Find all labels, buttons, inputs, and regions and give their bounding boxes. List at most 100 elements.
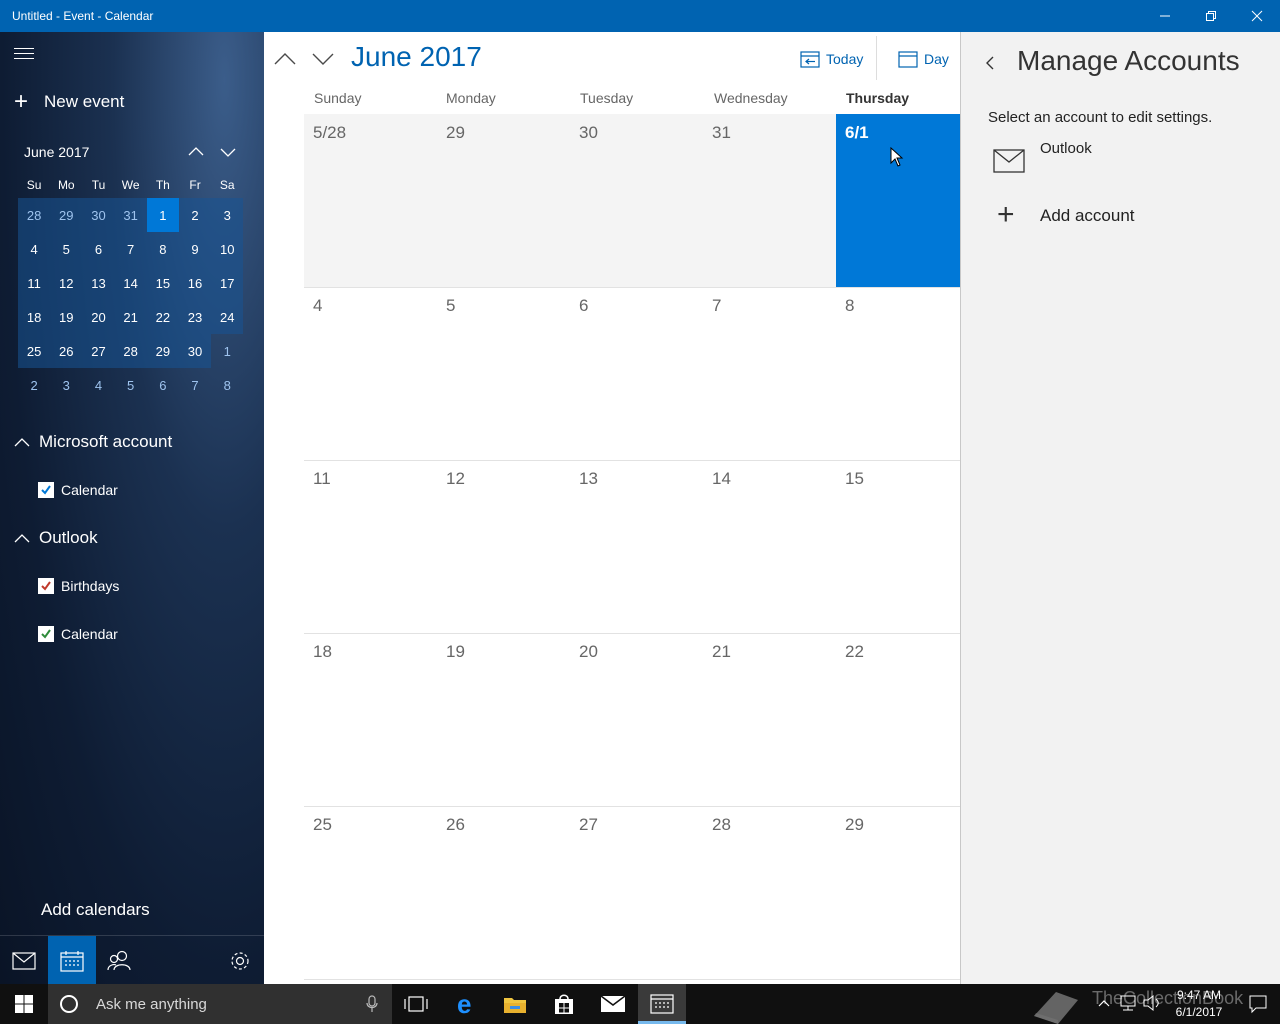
people-app-button[interactable] (96, 936, 144, 984)
action-center-icon[interactable] (1248, 994, 1268, 1014)
calendar-app-button[interactable] (48, 936, 96, 984)
mini-calendar-day[interactable]: 7 (114, 232, 147, 266)
day-cell[interactable]: 8 (836, 287, 960, 460)
task-view-button[interactable] (392, 984, 440, 1024)
new-event-button[interactable]: + New event (14, 90, 124, 114)
day-cell[interactable]: 25 (304, 806, 437, 979)
mini-calendar-day[interactable]: 30 (178, 334, 212, 368)
mini-calendar-day[interactable]: 15 (146, 266, 179, 300)
close-button[interactable] (1234, 0, 1280, 32)
day-cell[interactable]: 14 (703, 460, 836, 633)
add-account-button[interactable]: + Add account (991, 200, 1251, 232)
back-button[interactable] (983, 54, 997, 72)
edge-browser-button[interactable]: e (443, 984, 491, 1024)
mini-calendar-day[interactable]: 25 (18, 334, 51, 368)
day-cell[interactable]: 13 (570, 460, 703, 633)
mini-calendar-day[interactable]: 5 (115, 368, 147, 402)
mini-calendar-day[interactable]: 10 (211, 232, 244, 266)
day-cell[interactable]: 5 (437, 287, 570, 460)
day-cell[interactable]: 12 (437, 460, 570, 633)
checkbox[interactable] (38, 626, 54, 642)
day-cell[interactable]: 29 (437, 114, 570, 287)
mini-calendar-day[interactable]: 2 (18, 368, 50, 402)
calendar-toggle-birthdays[interactable]: Birthdays (38, 578, 119, 594)
mini-calendar-prev-button[interactable] (184, 142, 208, 162)
day-cell[interactable]: 6 (570, 287, 703, 460)
mini-calendar-day[interactable]: 27 (82, 334, 115, 368)
mini-calendar-day[interactable]: 18 (18, 300, 51, 334)
day-cell[interactable]: 31 (703, 114, 836, 287)
day-cell-today[interactable]: 6/1 (836, 114, 960, 287)
mini-calendar-day[interactable]: 4 (18, 232, 51, 266)
mini-calendar-day[interactable]: 11 (18, 266, 51, 300)
cortana-search-box[interactable]: Ask me anything (48, 984, 392, 1024)
day-cell[interactable]: 20 (570, 633, 703, 806)
mini-calendar-next-button[interactable] (216, 142, 240, 162)
calendar-taskbar-button[interactable] (638, 984, 686, 1024)
mini-calendar-day[interactable]: 6 (82, 232, 115, 266)
account-group-outlook[interactable]: Outlook (14, 528, 98, 548)
volume-icon[interactable] (1142, 994, 1162, 1012)
settings-button[interactable] (216, 936, 264, 984)
chevron-up-icon[interactable] (1098, 998, 1110, 1008)
mini-calendar-day[interactable]: 22 (146, 300, 179, 334)
mini-calendar-day[interactable]: 3 (211, 198, 244, 232)
network-icon[interactable] (1118, 994, 1138, 1012)
mini-calendar-day[interactable]: 7 (179, 368, 211, 402)
mail-app-button[interactable] (0, 936, 48, 984)
mini-calendar-day[interactable]: 3 (50, 368, 82, 402)
mini-calendar-day[interactable]: 12 (50, 266, 83, 300)
mini-calendar-day[interactable]: 9 (178, 232, 212, 266)
store-button[interactable] (540, 984, 588, 1024)
mini-calendar-day[interactable]: 28 (18, 198, 51, 232)
account-group-microsoft[interactable]: Microsoft account (14, 432, 172, 452)
mini-calendar-day[interactable]: 30 (82, 198, 115, 232)
mail-taskbar-button[interactable] (589, 984, 637, 1024)
day-cell[interactable]: 4 (304, 287, 437, 460)
mini-calendar-day[interactable]: 21 (114, 300, 147, 334)
mini-calendar-day[interactable]: 8 (211, 368, 243, 402)
start-button[interactable] (0, 984, 48, 1024)
mini-calendar-day[interactable]: 29 (50, 198, 83, 232)
mini-calendar-day[interactable]: 4 (82, 368, 114, 402)
account-item-outlook[interactable]: Outlook (991, 140, 1251, 180)
day-cell[interactable]: 11 (304, 460, 437, 633)
view-switcher-button[interactable]: Day (898, 50, 949, 68)
mini-calendar-day[interactable]: 31 (114, 198, 147, 232)
restore-button[interactable] (1188, 0, 1234, 32)
mini-calendar-day[interactable]: 13 (82, 266, 115, 300)
mini-calendar-day[interactable]: 23 (178, 300, 212, 334)
calendar-toggle-microsoft-calendar[interactable]: Calendar (38, 482, 118, 498)
microphone-icon[interactable] (366, 995, 378, 1013)
mini-calendar-day[interactable]: 20 (82, 300, 115, 334)
day-cell[interactable]: 26 (437, 806, 570, 979)
previous-month-button[interactable] (272, 48, 298, 70)
hamburger-menu-icon[interactable] (14, 48, 34, 64)
mini-calendar-day[interactable]: 5 (50, 232, 83, 266)
day-cell[interactable]: 27 (570, 806, 703, 979)
add-calendars-link[interactable]: Add calendars (41, 900, 150, 920)
checkbox[interactable] (38, 482, 54, 498)
system-clock[interactable]: 9:47 AM 6/1/2017 (1164, 987, 1234, 1021)
mini-calendar-day[interactable]: 2 (178, 198, 212, 232)
day-cell[interactable]: 7 (703, 287, 836, 460)
file-explorer-button[interactable] (491, 984, 539, 1024)
mini-calendar-day[interactable]: 26 (50, 334, 83, 368)
mini-calendar-day[interactable]: 29 (146, 334, 179, 368)
mini-calendar-day[interactable]: 1 (146, 198, 179, 232)
today-button[interactable]: Today (800, 50, 863, 68)
next-month-button[interactable] (310, 48, 336, 70)
day-cell[interactable]: 19 (437, 633, 570, 806)
day-cell[interactable]: 21 (703, 633, 836, 806)
mini-calendar-day[interactable]: 6 (147, 368, 179, 402)
day-cell[interactable]: 30 (570, 114, 703, 287)
mini-calendar-day[interactable]: 19 (50, 300, 83, 334)
mini-calendar-day[interactable]: 28 (114, 334, 147, 368)
checkbox[interactable] (38, 578, 54, 594)
mini-calendar-day[interactable]: 16 (178, 266, 212, 300)
day-cell[interactable]: 28 (703, 806, 836, 979)
mini-calendar-day[interactable]: 14 (114, 266, 147, 300)
calendar-toggle-outlook-calendar[interactable]: Calendar (38, 626, 118, 642)
day-cell[interactable]: 29 (836, 806, 960, 979)
mini-calendar-day[interactable]: 8 (146, 232, 179, 266)
